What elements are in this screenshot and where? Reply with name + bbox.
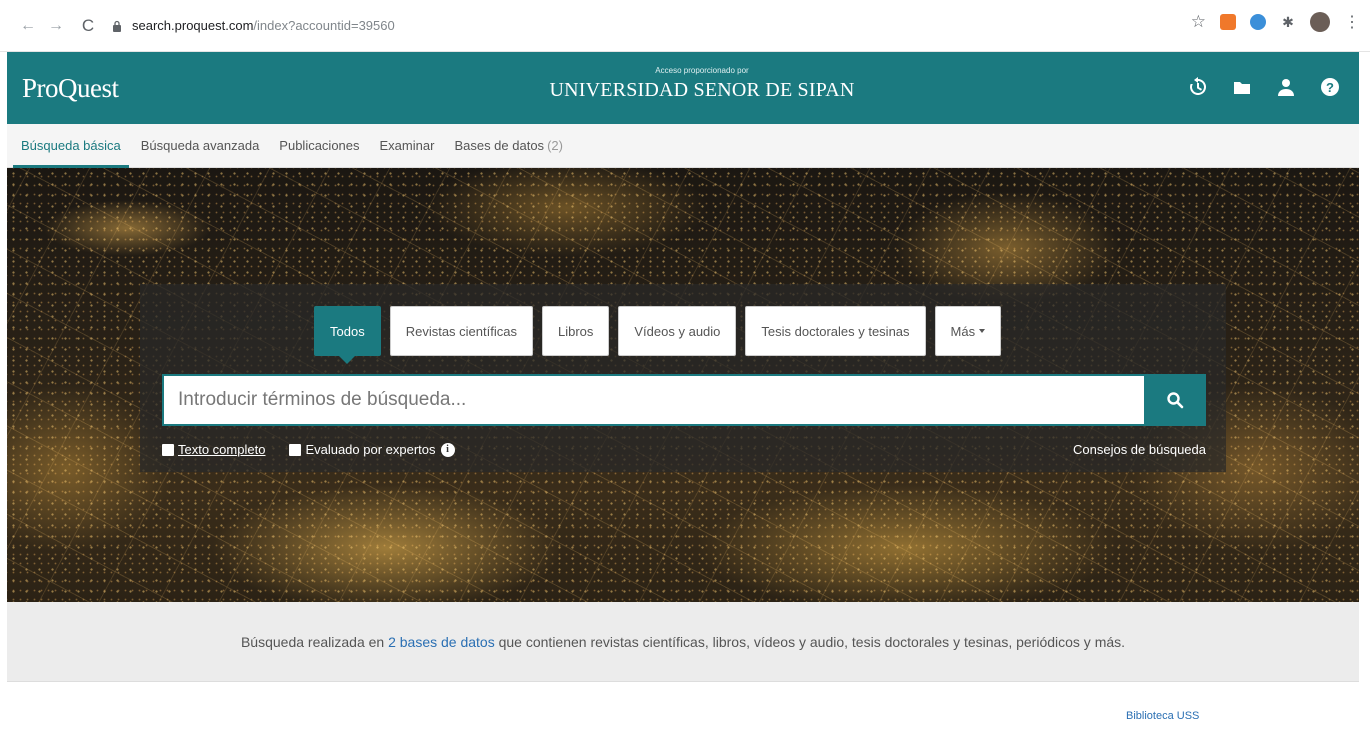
header-icons: ?	[1187, 76, 1341, 98]
url-host: search.proquest.com	[132, 18, 254, 33]
tab-all[interactable]: Todos	[314, 306, 381, 364]
search-button[interactable]	[1144, 374, 1206, 426]
database-count: (2)	[547, 138, 563, 153]
menu-kebab-icon[interactable]: ⋮	[1344, 12, 1360, 32]
info-icon[interactable]: i	[440, 442, 455, 457]
profile-avatar[interactable]	[1310, 12, 1330, 32]
svg-text:?: ?	[1326, 80, 1334, 95]
peer-reviewed-checkbox[interactable]	[289, 443, 302, 456]
nav-publications[interactable]: Publicaciones	[279, 124, 359, 168]
nav-label: Examinar	[379, 138, 435, 153]
info-prefix: Búsqueda realizada en	[240, 633, 389, 650]
proquest-header: ProQuest Acceso proporcionado por UNIVER…	[7, 52, 1359, 124]
reload-icon[interactable]: C	[78, 16, 98, 36]
info-text: Búsqueda realizada en 2 bases de datos q…	[241, 634, 1125, 650]
tab-books[interactable]: Libros	[541, 306, 610, 356]
tab-journals[interactable]: Revistas científicas	[389, 306, 533, 356]
access-label: Acceso proporcionado por	[655, 66, 749, 75]
caret-down-icon	[979, 329, 986, 333]
proquest-logo[interactable]: ProQuest	[22, 73, 119, 104]
globe-extension-icon[interactable]	[1250, 14, 1266, 30]
browser-toolbar: ← → C search.proquest.com/index?accounti…	[0, 0, 1370, 52]
forward-icon[interactable]: →	[46, 16, 66, 36]
institution-banner: Acceso proporcionado por UNIVERSIDAD SEN…	[537, 66, 867, 102]
nav-databases[interactable]: Bases de datos (2)	[454, 124, 563, 168]
search-icon	[1167, 392, 1184, 409]
tab-video-audio[interactable]: Vídeos y audio	[618, 306, 737, 356]
nav-label: Búsqueda básica	[21, 138, 121, 153]
databases-link[interactable]: 2 bases de datos	[388, 634, 495, 650]
extension-icon[interactable]	[1220, 14, 1236, 30]
address-bar[interactable]: search.proquest.com/index?accountid=3956…	[110, 10, 395, 42]
main-nav: Búsqueda básica Búsqueda avanzada Public…	[7, 124, 1359, 168]
databases-info: Búsqueda realizada en 2 bases de datos q…	[7, 602, 1359, 682]
fulltext-option[interactable]: Texto completo	[162, 442, 265, 457]
nav-advanced-search[interactable]: Búsqueda avanzada	[141, 124, 260, 168]
back-icon[interactable]: ←	[18, 16, 38, 36]
fulltext-checkbox[interactable]	[162, 443, 174, 456]
library-link[interactable]: Biblioteca USS	[1126, 710, 1199, 722]
search-options: Texto completo Evaluado por expertos i C…	[162, 442, 1206, 457]
puzzle-icon[interactable]: ✱	[1280, 14, 1296, 30]
source-type-tabs: Todos Revistas científicas Libros Vídeos…	[314, 306, 1002, 364]
history-icon[interactable]	[1187, 76, 1209, 98]
nav-basic-search[interactable]: Búsqueda básica	[13, 124, 129, 168]
search-row	[162, 374, 1206, 426]
search-tips-link[interactable]: Consejos de búsqueda	[1073, 442, 1206, 457]
hero-banner: Todos Revistas científicas Libros Vídeos…	[7, 168, 1359, 602]
institution-name: UNIVERSIDAD SENOR DE SIPAN	[549, 79, 855, 101]
folder-icon[interactable]	[1231, 76, 1253, 98]
peer-reviewed-option[interactable]: Evaluado por expertos i	[289, 442, 455, 457]
search-panel: Todos Revistas científicas Libros Vídeos…	[140, 284, 1226, 472]
peer-reviewed-label: Evaluado por expertos	[305, 442, 436, 457]
nav-browse[interactable]: Examinar	[380, 124, 435, 168]
help-icon[interactable]: ?	[1319, 76, 1341, 98]
lock-icon	[110, 19, 124, 33]
info-suffix: que contienen revistas científicas, libr…	[494, 633, 1126, 650]
nav-label: Bases de datos	[454, 138, 545, 153]
tab-more[interactable]: Más	[934, 306, 1002, 356]
tab-dissertations[interactable]: Tesis doctorales y tesinas	[745, 306, 926, 356]
tab-more-label: Más	[950, 323, 976, 339]
bookmark-star-icon[interactable]: ☆	[1191, 12, 1206, 32]
nav-label: Publicaciones	[279, 138, 360, 153]
fulltext-label: Texto completo	[178, 442, 266, 457]
url-path: /index?accountid=39560	[253, 18, 395, 33]
nav-label: Búsqueda avanzada	[140, 138, 260, 153]
user-icon[interactable]	[1275, 76, 1297, 98]
extensions-area: ☆ ✱ ⋮	[1191, 12, 1360, 32]
search-input[interactable]	[162, 374, 1144, 426]
